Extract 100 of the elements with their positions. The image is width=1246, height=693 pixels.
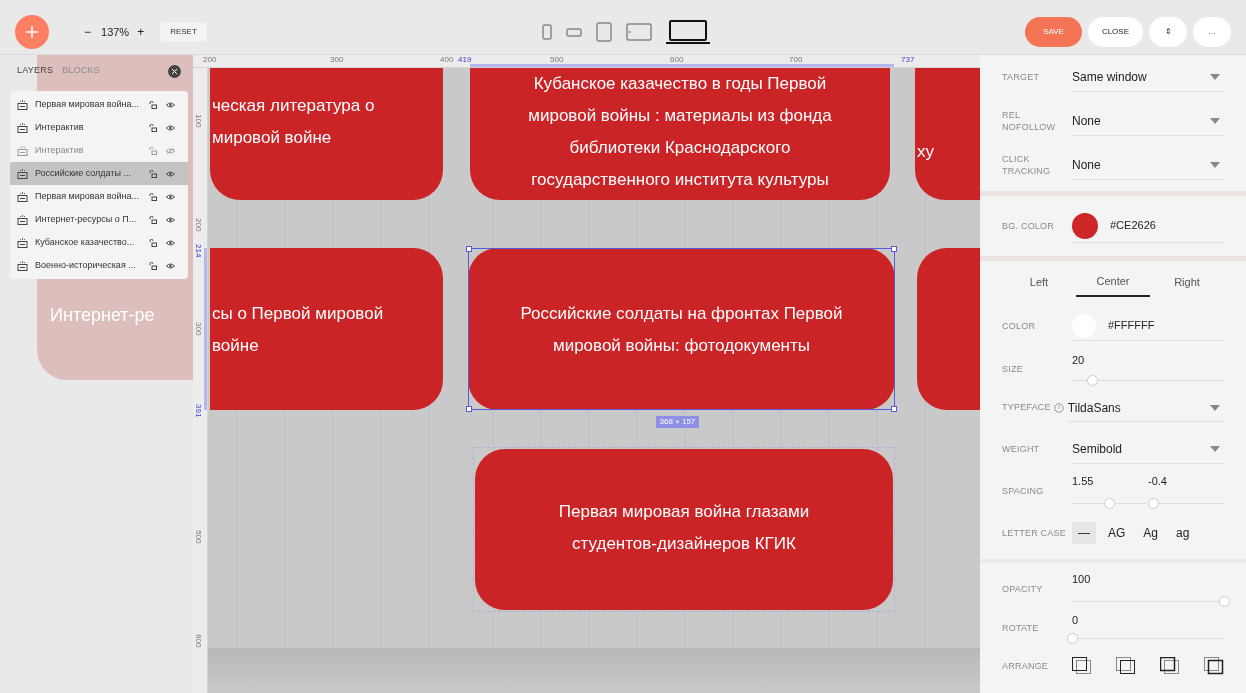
- text-block[interactable]: Российские солдаты на фронтах Первой мировой войны: фотодокументы: [468, 248, 895, 410]
- zoom-in-button[interactable]: +: [137, 23, 145, 41]
- text-block[interactable]: сы о Первой мировой войне: [210, 248, 443, 410]
- zoom-out-button[interactable]: −: [84, 23, 91, 41]
- reset-button[interactable]: RESET: [160, 22, 207, 42]
- layer-item[interactable]: Российские солдаты ...: [10, 162, 188, 185]
- field-label: COLOR: [1002, 320, 1037, 332]
- letter-case-option[interactable]: ag: [1170, 522, 1196, 544]
- arrange-icon[interactable]: [1116, 657, 1136, 675]
- line-height-value: 1.55: [1072, 474, 1095, 490]
- phone-icon[interactable]: [541, 24, 552, 40]
- select-field[interactable]: Same window: [1072, 62, 1224, 92]
- field-label: CLICK TRACKING: [1002, 153, 1052, 177]
- text-block[interactable]: [917, 248, 980, 410]
- slider-thumb[interactable]: [1148, 497, 1159, 509]
- ruler-label: 600: [194, 634, 203, 648]
- layer-icon: [17, 145, 28, 156]
- layer-name: Кубанское казачество...: [35, 235, 136, 249]
- field-label: BG. COLOR: [1002, 220, 1056, 232]
- letter-case-option[interactable]: AG: [1102, 522, 1132, 544]
- caret-icon: [1210, 404, 1220, 411]
- toolbar-button[interactable]: CLOSE: [1087, 17, 1143, 47]
- ruler-label: 214: [194, 244, 203, 258]
- block-text: библиотеки Краснодарского: [569, 137, 791, 159]
- select-field[interactable]: TildaSans: [1067, 394, 1224, 422]
- eye-icon[interactable]: [166, 262, 175, 269]
- text-block[interactable]: Кубанское казачество в годы Первой мировой войны : материалы из фонда библиотеки Краснодарского государственного института культуры: [470, 68, 890, 200]
- zoom-level: 137%: [101, 24, 130, 40]
- ruler-label: 700: [789, 55, 803, 64]
- letter-case-option[interactable]: Ag: [1137, 522, 1165, 544]
- ruler-label: 300: [194, 322, 203, 336]
- opacity-value: 100: [1072, 572, 1092, 588]
- color-field[interactable]: #FFFFFF: [1072, 311, 1224, 341]
- tablet-icon[interactable]: [595, 22, 612, 42]
- select-field[interactable]: None: [1072, 150, 1224, 180]
- block-text: войне: [212, 335, 259, 357]
- size-label: 368 × 157: [655, 416, 700, 428]
- ruler-label: 200: [194, 218, 203, 232]
- slider-thumb[interactable]: [1067, 632, 1078, 644]
- arrange-icon[interactable]: [1160, 657, 1180, 675]
- slider-thumb[interactable]: [1104, 497, 1115, 509]
- lock-icon[interactable]: [149, 169, 157, 178]
- toolbar-button[interactable]: …: [1193, 17, 1231, 47]
- field-label: TARGET: [1002, 71, 1041, 83]
- layer-item[interactable]: Военно-историческая ...: [10, 254, 188, 277]
- ruler-label: 500: [550, 55, 564, 64]
- ruler-label: 400: [440, 55, 454, 64]
- field-label: REL NOFOLLOW: [1002, 109, 1057, 133]
- layer-name: Первая мировая война...: [35, 97, 140, 111]
- lock-icon[interactable]: [149, 100, 157, 109]
- layer-item[interactable]: Первая мировая война...: [10, 185, 188, 208]
- letter-case-option[interactable]: —: [1072, 522, 1096, 544]
- lock-icon[interactable]: [149, 192, 157, 201]
- eye-icon[interactable]: [166, 170, 175, 177]
- ruler-label: 200: [203, 55, 217, 64]
- laptop-icon[interactable]: [665, 20, 710, 44]
- block-text: ческая литература о: [212, 95, 375, 117]
- block-text: Первая мировая война глазами: [558, 501, 810, 523]
- layer-icon: [17, 260, 28, 271]
- color-swatch[interactable]: [1072, 212, 1098, 239]
- layer-item[interactable]: Интерактив: [10, 116, 188, 139]
- select-field[interactable]: Semibold: [1072, 434, 1224, 464]
- arrange-icon[interactable]: [1204, 657, 1224, 675]
- caret-icon: [1210, 161, 1220, 168]
- eye-icon[interactable]: [166, 216, 175, 223]
- arrange-icon[interactable]: [1072, 657, 1092, 675]
- text-block[interactable]: ческая литература о мировой войне: [210, 68, 443, 200]
- eye-icon[interactable]: [166, 239, 175, 246]
- field-label: SPACING: [1002, 485, 1045, 497]
- color-field[interactable]: #CE2626: [1072, 209, 1224, 243]
- align-tab[interactable]: Center: [1076, 267, 1150, 297]
- align-tab[interactable]: Right: [1150, 267, 1224, 297]
- field-label: SIZE: [1002, 363, 1024, 375]
- field-label: TYPEFACE: [1002, 401, 1051, 415]
- block-text: ху: [917, 141, 934, 163]
- field-label: WEIGHT: [1002, 443, 1041, 455]
- toolbar-button[interactable]: ⇕: [1149, 17, 1187, 47]
- block-text: мировой войне: [212, 127, 332, 149]
- layer-item[interactable]: Интернет-ресурсы о П...: [10, 208, 188, 231]
- align-tab[interactable]: Left: [1002, 267, 1076, 297]
- lock-icon[interactable]: [149, 123, 157, 132]
- select-field[interactable]: None: [1072, 106, 1224, 136]
- text-block[interactable]: Первая мировая война глазами студентов-дизайнеров КГИК: [475, 449, 893, 610]
- lock-icon[interactable]: [149, 238, 157, 247]
- layer-item[interactable]: Кубанское казачество...: [10, 231, 188, 254]
- eye-icon[interactable]: [166, 124, 175, 131]
- eye-icon[interactable]: [166, 101, 175, 108]
- phone-icon[interactable]: [565, 27, 582, 37]
- layer-name: Интернет-ресурсы о П...: [35, 212, 138, 226]
- layer-item[interactable]: Первая мировая война...: [10, 93, 188, 116]
- lock-icon[interactable]: [149, 261, 157, 270]
- panel-tab[interactable]: LAYERS: [17, 64, 54, 78]
- caret-icon: [1210, 73, 1220, 80]
- eye-icon[interactable]: [166, 193, 175, 200]
- lock-icon[interactable]: [149, 215, 157, 224]
- slider-thumb[interactable]: [1086, 374, 1098, 386]
- slider-thumb[interactable]: [1219, 595, 1230, 607]
- text-block[interactable]: ху: [915, 68, 980, 200]
- ruler-label: 419: [458, 55, 472, 64]
- caret-icon: [1210, 445, 1220, 452]
